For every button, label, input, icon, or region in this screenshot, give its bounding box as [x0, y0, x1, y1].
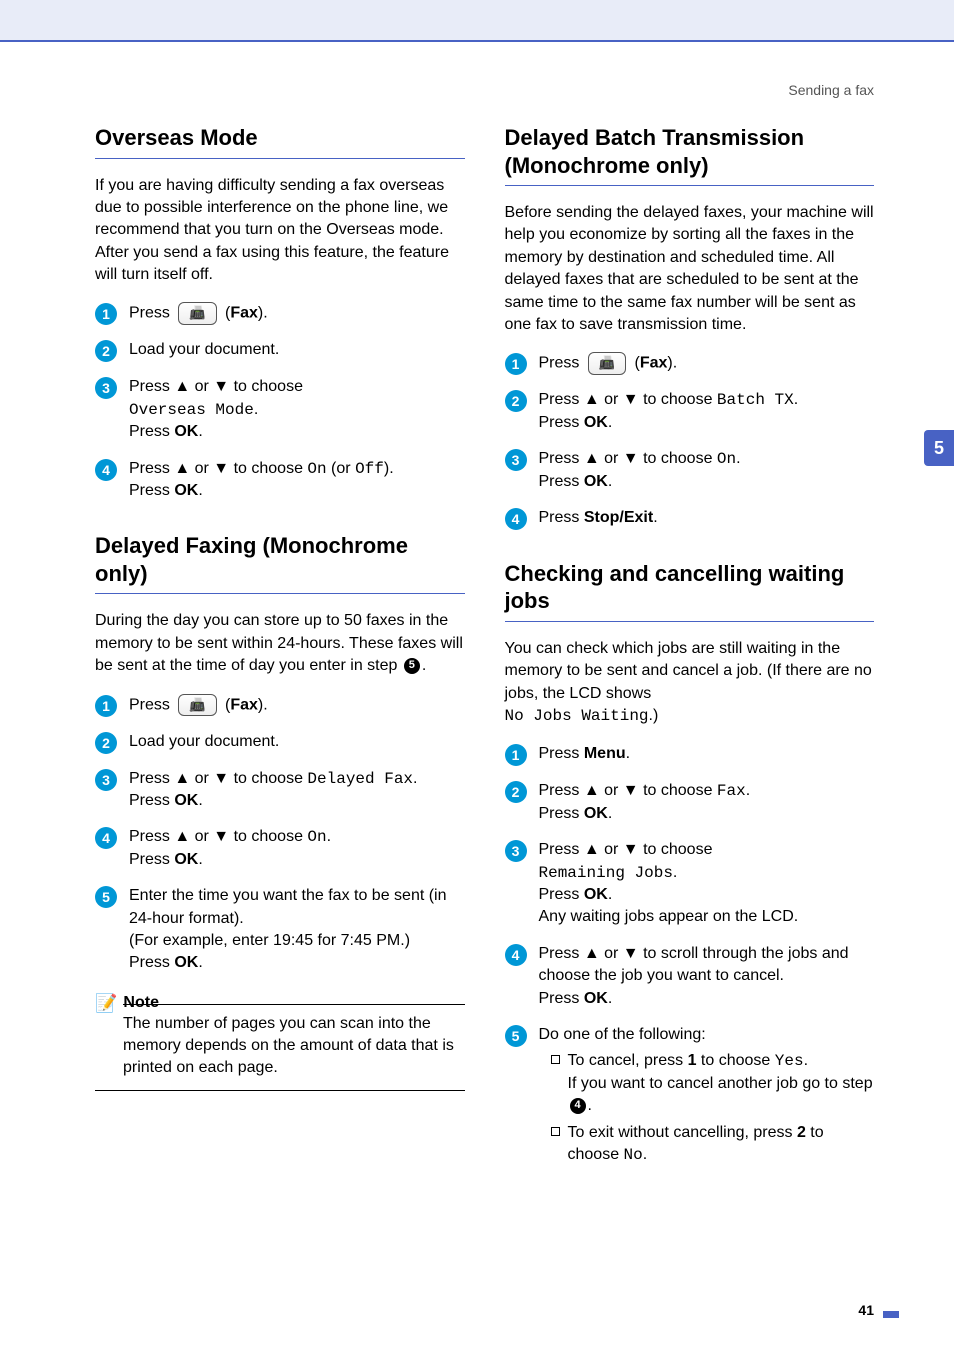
step-number-icon: 4: [95, 827, 117, 849]
step-number-icon: 3: [95, 377, 117, 399]
delayed-step-1: 1 Press 📠 (Fax).: [95, 694, 465, 717]
step-number-icon: 4: [505, 508, 527, 530]
section-title-delayed-fax: Delayed Faxing (Monochrome only): [95, 532, 465, 594]
bullet-icon: [551, 1055, 560, 1064]
batch-step-3: 3 Press ▲ or ▼ to choose On. Press OK.: [505, 448, 875, 493]
chapter-tab: 5: [924, 430, 954, 466]
step-ref-icon: 4: [570, 1098, 586, 1114]
step-text: Press 📠 (Fax).: [129, 302, 268, 325]
overseas-step-2: 2 Load your document.: [95, 339, 465, 362]
checking-step-1: 1 Press Menu.: [505, 743, 875, 766]
page-body: Overseas Mode If you are having difficul…: [0, 98, 954, 1180]
left-column: Overseas Mode If you are having difficul…: [95, 118, 465, 1180]
checking-step-4: 4 Press ▲ or ▼ to scroll through the job…: [505, 943, 875, 1010]
overseas-step-4: 4 Press ▲ or ▼ to choose On (or Off). Pr…: [95, 458, 465, 503]
step-number-icon: 3: [95, 769, 117, 791]
section-title-batch: Delayed Batch Transmission (Monochrome o…: [505, 124, 875, 186]
right-column: Delayed Batch Transmission (Monochrome o…: [505, 118, 875, 1180]
step-number-icon: 2: [505, 390, 527, 412]
overseas-intro: If you are having difficulty sending a f…: [95, 175, 465, 287]
step-number-icon: 5: [505, 1025, 527, 1047]
step-number-icon: 1: [505, 353, 527, 375]
batch-step-4: 4 Press Stop/Exit.: [505, 507, 875, 530]
step-text: Press ▲ or ▼ to scroll through the jobs …: [539, 943, 875, 1010]
step-number-icon: 5: [95, 886, 117, 908]
note-box: 📝 Note The number of pages you can scan …: [95, 993, 465, 1091]
checking-step-2: 2 Press ▲ or ▼ to choose Fax. Press OK.: [505, 780, 875, 825]
step-text: Load your document.: [129, 731, 279, 753]
step-text: Press ▲ or ▼ to choose Delayed Fax. Pres…: [129, 768, 417, 813]
step-text: Press 📠 (Fax).: [539, 352, 678, 375]
fax-button-icon: 📠: [178, 302, 216, 324]
step-number-icon: 1: [95, 695, 117, 717]
section-title-overseas: Overseas Mode: [95, 124, 465, 159]
step-number-icon: 3: [505, 840, 527, 862]
checking-step-5: 5 Do one of the following: To cancel, pr…: [505, 1024, 875, 1166]
step-text: Press 📠 (Fax).: [129, 694, 268, 717]
step-ref-icon: 5: [404, 658, 420, 674]
note-label: Note: [123, 994, 159, 1012]
step-text: Press ▲ or ▼ to choose Fax. Press OK.: [539, 780, 751, 825]
batch-step-2: 2 Press ▲ or ▼ to choose Batch TX. Press…: [505, 389, 875, 434]
step-number-icon: 2: [95, 732, 117, 754]
step-text: Enter the time you want the fax to be se…: [129, 885, 465, 975]
delayed-step-4: 4 Press ▲ or ▼ to choose On. Press OK.: [95, 826, 465, 871]
step-number-icon: 1: [505, 744, 527, 766]
page-number-accent: [883, 1311, 899, 1318]
step-number-icon: 1: [95, 303, 117, 325]
section-title-checking: Checking and cancelling waiting jobs: [505, 560, 875, 622]
step-number-icon: 4: [95, 459, 117, 481]
bullet-exit: To exit without cancelling, press 2 to c…: [551, 1122, 875, 1167]
note-divider: [123, 1004, 465, 1005]
page-header: Sending a fax: [0, 42, 954, 98]
delayed-intro: During the day you can store up to 50 fa…: [95, 610, 465, 677]
batch-step-1: 1 Press 📠 (Fax).: [505, 352, 875, 375]
step-text: Press Menu.: [539, 743, 631, 765]
delayed-step-2: 2 Load your document.: [95, 731, 465, 754]
overseas-step-1: 1 Press 📠 (Fax).: [95, 302, 465, 325]
batch-intro: Before sending the delayed faxes, your m…: [505, 202, 875, 336]
delayed-step-3: 3 Press ▲ or ▼ to choose Delayed Fax. Pr…: [95, 768, 465, 813]
overseas-step-3: 3 Press ▲ or ▼ to choose Overseas Mode. …: [95, 376, 465, 443]
step-number-icon: 4: [505, 944, 527, 966]
checking-intro: You can check which jobs are still waiti…: [505, 638, 875, 728]
step-text: Do one of the following: To cancel, pres…: [539, 1024, 875, 1166]
delayed-step-5: 5 Enter the time you want the fax to be …: [95, 885, 465, 975]
step-text: Press ▲ or ▼ to choose On (or Off). Pres…: [129, 458, 394, 503]
step-text: Press ▲ or ▼ to choose Overseas Mode. Pr…: [129, 376, 303, 443]
fax-button-icon: 📠: [588, 352, 626, 374]
step-text: Press ▲ or ▼ to choose On. Press OK.: [539, 448, 741, 493]
top-banner: [0, 0, 954, 42]
step-number-icon: 2: [95, 340, 117, 362]
step-text: Load your document.: [129, 339, 279, 361]
note-icon: 📝: [95, 993, 117, 1014]
page-number: 41: [858, 1302, 874, 1318]
step-text: Press ▲ or ▼ to choose Remaining Jobs. P…: [539, 839, 799, 929]
fax-button-icon: 📠: [178, 694, 216, 716]
note-body: The number of pages you can scan into th…: [95, 1013, 465, 1091]
step-number-icon: 3: [505, 449, 527, 471]
bullet-cancel: To cancel, press 1 to choose Yes. If you…: [551, 1050, 875, 1117]
step-text: Press ▲ or ▼ to choose On. Press OK.: [129, 826, 331, 871]
bullet-icon: [551, 1127, 560, 1136]
breadcrumb: Sending a fax: [788, 82, 874, 98]
checking-step-3: 3 Press ▲ or ▼ to choose Remaining Jobs.…: [505, 839, 875, 929]
step-number-icon: 2: [505, 781, 527, 803]
step-text: Press ▲ or ▼ to choose Batch TX. Press O…: [539, 389, 799, 434]
step-text: Press Stop/Exit.: [539, 507, 658, 529]
